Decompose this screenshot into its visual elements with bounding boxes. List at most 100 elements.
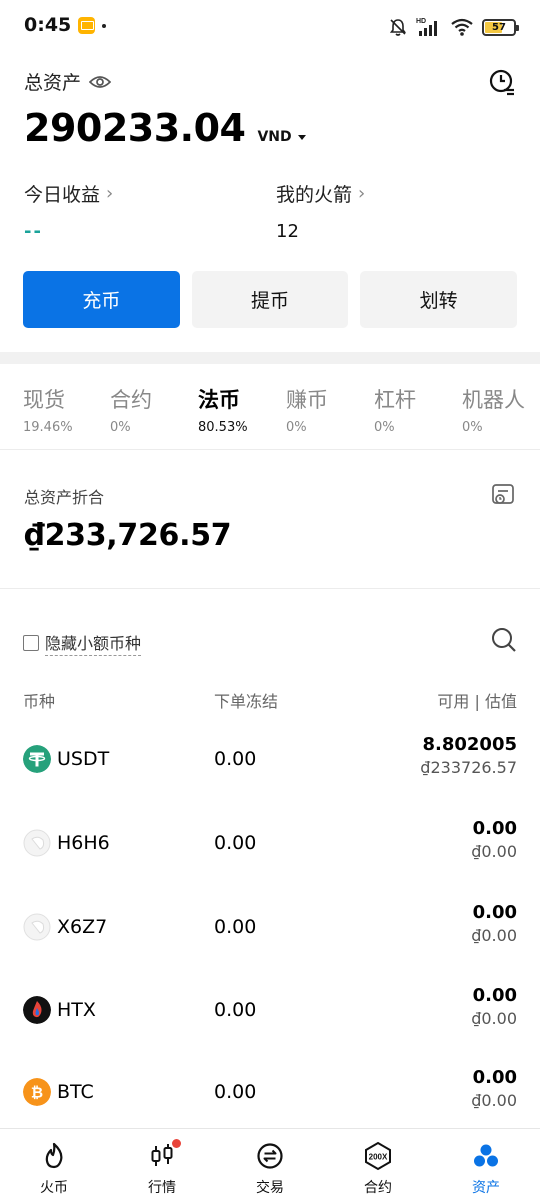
transfer-button[interactable]: 划转 (360, 271, 518, 328)
nav-markets[interactable]: 行情 (108, 1129, 216, 1200)
deposit-button[interactable]: 充币 (23, 271, 180, 328)
tab-percent: 19.46% (23, 420, 73, 435)
placeholder-coin-icon (23, 829, 51, 857)
notification-dot-icon (102, 24, 106, 28)
tab-fiat[interactable]: 法币 80.53% (198, 384, 248, 435)
divider (0, 588, 540, 589)
usdt-icon (23, 745, 51, 773)
caret-down-icon (297, 134, 306, 140)
today-earnings-value: -- (24, 221, 43, 242)
nav-label: 合约 (364, 1180, 392, 1196)
leverage-icon-text: 200X (369, 1153, 388, 1162)
asset-row-htx[interactable]: HTX 0.00 0.00 ₫0.00 (0, 981, 540, 1041)
nav-trade[interactable]: 交易 (216, 1129, 324, 1200)
tab-percent: 80.53% (198, 420, 248, 435)
coin-available: 0.00 (472, 985, 517, 1006)
tab-percent: 0% (286, 420, 307, 435)
section-divider (0, 352, 540, 364)
asset-row-h6h6[interactable]: H6H6 0.00 0.00 ₫0.00 (0, 814, 540, 874)
action-buttons: 充币 提币 划转 (23, 271, 518, 328)
record-icon[interactable] (490, 482, 516, 508)
coin-available: 0.00 (472, 1067, 517, 1088)
status-icons: HD 57 (388, 14, 519, 40)
today-earnings-label: 今日收益 (24, 184, 101, 206)
coin-name: X6Z7 (57, 916, 108, 938)
nav-label: 行情 (148, 1180, 176, 1196)
battery-icon: 57 (482, 18, 519, 36)
battery-level: 57 (492, 21, 506, 33)
fiat-total-value: ₫233,726.57 (24, 518, 232, 553)
coin-estimate: ₫0.00 (471, 1091, 517, 1110)
asset-row-btc[interactable]: ₿ BTC 0.00 0.00 ₫0.00 (0, 1065, 540, 1125)
coin-name: H6H6 (57, 832, 110, 854)
nav-label: 交易 (256, 1180, 284, 1196)
signal-icon: HD (416, 18, 437, 36)
tab-percent: 0% (374, 420, 395, 435)
tab-percent: 0% (110, 420, 131, 435)
nav-assets[interactable]: 资产 (432, 1129, 540, 1200)
total-assets-value-row: 290233.04 VND (24, 106, 306, 150)
tab-label: 赚币 (286, 388, 328, 412)
currency-label: VND (257, 129, 292, 145)
nav-futures[interactable]: 200X 合约 (324, 1129, 432, 1200)
my-rockets[interactable]: 我的火箭 › 12 (276, 180, 365, 242)
htx-flame-icon (23, 996, 51, 1024)
wifi-icon (451, 18, 473, 36)
tab-label: 现货 (23, 388, 65, 412)
leverage-200x-icon: 200X (365, 1141, 391, 1171)
tab-label: 机器人 (462, 388, 525, 412)
coin-frozen: 0.00 (214, 916, 257, 938)
btc-icon: ₿ (23, 1078, 51, 1106)
coin-available: 8.802005 (422, 734, 517, 755)
chevron-right-icon: › (106, 183, 114, 204)
tab-futures[interactable]: 合约 0% (110, 384, 152, 435)
search-icon[interactable] (490, 626, 518, 654)
coin-estimate: ₫0.00 (471, 1009, 517, 1028)
tab-earn[interactable]: 赚币 0% (286, 384, 328, 435)
coin-frozen: 0.00 (214, 748, 257, 770)
flame-icon (45, 1142, 63, 1169)
hide-small-balances-toggle[interactable]: 隐藏小额币种 (23, 630, 142, 656)
tab-bot[interactable]: 机器人 0% (462, 384, 525, 435)
coin-name: BTC (57, 1081, 94, 1103)
withdraw-button[interactable]: 提币 (191, 271, 349, 328)
currency-selector[interactable]: VND (257, 129, 306, 145)
tab-margin[interactable]: 杠杆 0% (374, 384, 416, 435)
total-assets-label-text: 总资产 (24, 72, 82, 94)
nav-home[interactable]: 火币 (0, 1129, 108, 1200)
status-time: 0:45 (24, 14, 72, 36)
placeholder-coin-icon (23, 913, 51, 941)
coin-estimate: ₫233726.57 (420, 758, 517, 777)
nav-label: 火币 (40, 1180, 68, 1196)
col-coin: 币种 (23, 692, 56, 711)
coin-frozen: 0.00 (214, 1081, 257, 1103)
mail-notification-icon (78, 17, 95, 34)
mute-icon (389, 19, 407, 36)
status-bar: 0:45 HD 57 (0, 0, 540, 54)
col-frozen: 下单冻结 (214, 692, 279, 711)
account-tabs: 现货 19.46% 合约 0% 法币 80.53% 赚币 0% 杠杆 0% 机器… (0, 364, 540, 450)
history-icon[interactable] (488, 68, 516, 96)
today-earnings[interactable]: 今日收益 › -- (24, 180, 113, 242)
chevron-right-icon: › (358, 183, 366, 204)
asset-row-usdt[interactable]: USDT 0.00 8.802005 ₫233726.57 (0, 730, 540, 790)
svg-text:HD: HD (416, 18, 426, 25)
notification-badge (172, 1139, 181, 1148)
tab-spot[interactable]: 现货 19.46% (23, 384, 73, 435)
tab-label: 杠杆 (374, 388, 416, 412)
my-rockets-label: 我的火箭 (276, 184, 353, 206)
coin-name: HTX (57, 999, 96, 1021)
coin-name: USDT (57, 748, 110, 770)
hide-small-checkbox[interactable] (23, 635, 39, 651)
svg-text:₿: ₿ (31, 1084, 43, 1102)
bottom-nav: 火币 行情 交易 200X 合约 资产 (0, 1128, 540, 1200)
coin-available: 0.00 (472, 902, 517, 923)
coin-frozen: 0.00 (214, 999, 257, 1021)
eye-icon[interactable] (89, 74, 112, 90)
exchange-icon (257, 1143, 283, 1169)
total-assets-label: 总资产 (24, 68, 112, 95)
nav-label: 资产 (472, 1180, 500, 1196)
hide-small-label: 隐藏小额币种 (45, 630, 142, 656)
asset-row-x6z7[interactable]: X6Z7 0.00 0.00 ₫0.00 (0, 898, 540, 958)
my-rockets-value: 12 (276, 221, 299, 242)
